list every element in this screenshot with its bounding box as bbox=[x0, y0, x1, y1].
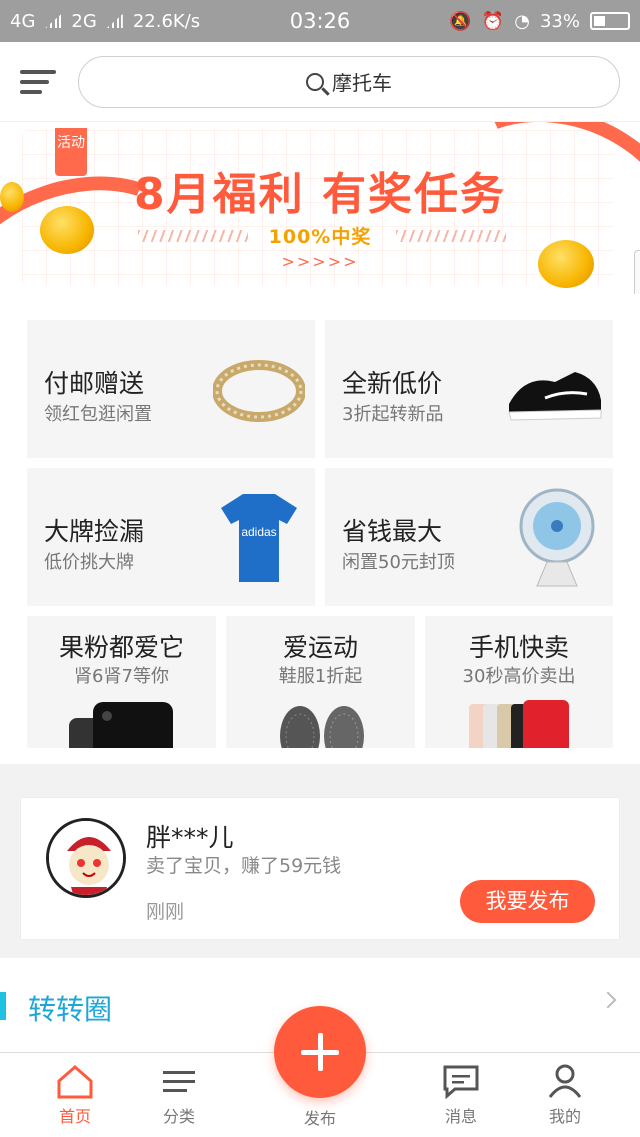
fan-image bbox=[519, 488, 595, 587]
wifi-icon: ◔ bbox=[514, 10, 530, 32]
tshirt-image: adidas bbox=[221, 494, 297, 582]
category-grid: 付邮赠送 领红包逛闲置 全新低价 3折起转新品 大牌捡漏 低价挑大牌 adida… bbox=[0, 294, 640, 764]
tab-publish-label: 发布 bbox=[303, 1109, 336, 1128]
tile-title: 爱运动 bbox=[282, 633, 358, 662]
tile-title: 大牌捡漏 bbox=[44, 517, 145, 546]
mute-icon: 🔕 bbox=[449, 10, 472, 32]
tshirt-brand-text: adidas bbox=[241, 525, 276, 539]
tab-category[interactable]: 分类 bbox=[134, 1063, 224, 1127]
list-icon bbox=[134, 1063, 224, 1099]
top-header: 摩托车 bbox=[0, 42, 640, 122]
tab-category-label: 分类 bbox=[162, 1107, 195, 1126]
tile-apple-fans[interactable]: 果粉都爱它 肾6肾7等你 bbox=[27, 616, 216, 748]
tab-profile-label: 我的 bbox=[548, 1107, 581, 1126]
home-icon bbox=[30, 1063, 120, 1099]
message-icon bbox=[416, 1063, 506, 1099]
alarm-icon: ⏰ bbox=[481, 10, 505, 32]
battery-icon bbox=[590, 12, 630, 30]
tile-brand-bargain[interactable]: 大牌捡漏 低价挑大牌 adidas bbox=[27, 468, 315, 606]
user-icon bbox=[520, 1063, 610, 1099]
battery-percent: 33% bbox=[539, 10, 580, 32]
tab-profile[interactable]: 我的 bbox=[520, 1063, 610, 1127]
tile-title: 省钱最大 bbox=[342, 517, 443, 546]
menu-icon[interactable] bbox=[20, 69, 56, 94]
publish-button[interactable]: 我要发布 bbox=[460, 880, 595, 923]
search-placeholder: 摩托车 bbox=[332, 71, 392, 95]
tile-new-low-price[interactable]: 全新低价 3折起转新品 bbox=[325, 320, 613, 458]
tile-subtitle: 3折起转新品 bbox=[342, 404, 444, 425]
bracelet-image bbox=[213, 360, 305, 422]
tile-subtitle: 低价挑大牌 bbox=[44, 552, 134, 573]
phones-image bbox=[469, 700, 569, 748]
banner-arrows: >>>>> bbox=[281, 252, 359, 271]
tab-messages-label: 消息 bbox=[444, 1107, 477, 1126]
tile-subtitle: 30秒高价卖出 bbox=[462, 666, 576, 687]
shoes-image bbox=[280, 706, 364, 748]
search-icon bbox=[306, 72, 324, 91]
user-avatar[interactable] bbox=[46, 818, 126, 898]
tile-subtitle: 闲置50元封顶 bbox=[342, 552, 455, 573]
tile-subtitle: 肾6肾7等你 bbox=[74, 666, 169, 687]
search-bar[interactable]: 摩托车 bbox=[78, 55, 620, 108]
network-speed: 22.6K/s bbox=[132, 10, 201, 32]
section-accent-bar bbox=[0, 992, 6, 1020]
tile-save-money[interactable]: 省钱最大 闲置50元封顶 bbox=[325, 468, 613, 606]
tile-title: 全新低价 bbox=[342, 369, 443, 398]
feed-time: 刚刚 bbox=[146, 901, 185, 923]
network-4g-label: 4G bbox=[10, 10, 36, 32]
tab-messages[interactable]: 消息 bbox=[416, 1063, 506, 1127]
signal-icon bbox=[45, 14, 62, 28]
banner-title: 8月福利 有奖任务 bbox=[134, 169, 506, 220]
tile-free-shipping[interactable]: 付邮赠送 领红包逛闲置 bbox=[27, 320, 315, 458]
signal-icon-2 bbox=[106, 14, 123, 28]
tile-title: 手机快卖 bbox=[468, 633, 569, 662]
section-title: 转转圈 bbox=[28, 993, 113, 1026]
tab-home-label: 首页 bbox=[58, 1107, 91, 1126]
iphone-image bbox=[69, 702, 173, 748]
feed-username: 胖***儿 bbox=[146, 823, 234, 852]
tile-title: 付邮赠送 bbox=[44, 369, 145, 398]
tile-subtitle: 鞋服1折起 bbox=[278, 666, 363, 687]
tile-title: 果粉都爱它 bbox=[58, 633, 184, 662]
plus-icon[interactable] bbox=[274, 1006, 366, 1098]
banner-subtitle: 100%中奖 bbox=[268, 226, 372, 248]
feed-description: 卖了宝贝，赚了59元钱 bbox=[146, 855, 342, 877]
tile-sports[interactable]: 爱运动 鞋服1折起 bbox=[226, 616, 415, 748]
sneaker-image bbox=[508, 372, 602, 421]
tile-phone-sell[interactable]: 手机快卖 30秒高价卖出 bbox=[425, 616, 613, 748]
tile-subtitle: 领红包逛闲置 bbox=[44, 404, 152, 425]
status-bar: 4G 2G 22.6K/s 03:26 🔕 ⏰ ◔ 33% bbox=[0, 0, 640, 42]
chevron-right-icon bbox=[599, 991, 617, 1009]
network-2g-label: 2G bbox=[71, 10, 97, 32]
tab-publish[interactable]: 发布 bbox=[275, 1105, 365, 1129]
tab-home[interactable]: 首页 bbox=[30, 1063, 120, 1127]
